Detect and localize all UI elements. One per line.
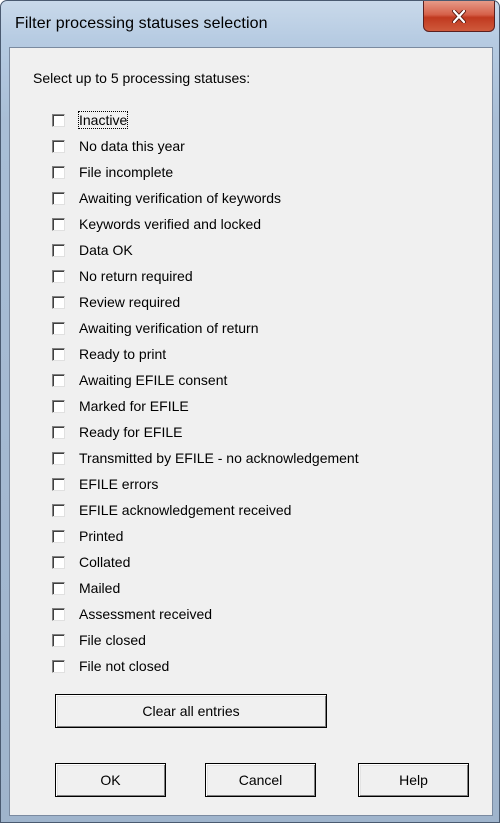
status-label: Review required bbox=[79, 294, 181, 310]
checkbox[interactable] bbox=[52, 295, 65, 309]
checkbox[interactable] bbox=[52, 503, 65, 517]
status-option[interactable]: Marked for EFILE bbox=[52, 393, 359, 419]
checkbox[interactable] bbox=[52, 113, 65, 127]
checkbox[interactable] bbox=[52, 399, 65, 413]
status-label: Collated bbox=[79, 554, 131, 570]
checkbox[interactable] bbox=[52, 555, 65, 569]
status-option[interactable]: Mailed bbox=[52, 575, 359, 601]
clear-all-button[interactable]: Clear all entries bbox=[55, 694, 327, 728]
status-label: Ready to print bbox=[79, 346, 167, 362]
status-option[interactable]: File closed bbox=[52, 627, 359, 653]
status-option[interactable]: EFILE errors bbox=[52, 471, 359, 497]
checkbox[interactable] bbox=[52, 633, 65, 647]
status-option[interactable]: Printed bbox=[52, 523, 359, 549]
help-button[interactable]: Help bbox=[358, 763, 469, 797]
checkbox[interactable] bbox=[52, 321, 65, 335]
checkbox[interactable] bbox=[52, 269, 65, 283]
checkbox[interactable] bbox=[52, 165, 65, 179]
status-label: Transmitted by EFILE - no acknowledgemen… bbox=[79, 450, 359, 466]
cancel-button[interactable]: Cancel bbox=[205, 763, 316, 797]
status-option[interactable]: Data OK bbox=[52, 237, 359, 263]
status-option[interactable]: File incomplete bbox=[52, 159, 359, 185]
checkbox[interactable] bbox=[52, 581, 65, 595]
checkbox[interactable] bbox=[52, 607, 65, 621]
status-option[interactable]: Ready for EFILE bbox=[52, 419, 359, 445]
status-option[interactable]: Collated bbox=[52, 549, 359, 575]
status-label: No return required bbox=[79, 268, 193, 284]
status-option[interactable]: Keywords verified and locked bbox=[52, 211, 359, 237]
checkbox[interactable] bbox=[52, 477, 65, 491]
title-bar[interactable]: Filter processing statuses selection bbox=[1, 1, 499, 45]
status-label: EFILE acknowledgement received bbox=[79, 502, 292, 518]
checkbox[interactable] bbox=[52, 217, 65, 231]
status-label: EFILE errors bbox=[79, 476, 159, 492]
checkbox[interactable] bbox=[52, 191, 65, 205]
status-label: Ready for EFILE bbox=[79, 424, 183, 440]
status-label: Assessment received bbox=[79, 606, 213, 622]
dialog-window: Filter processing statuses selection Sel… bbox=[0, 0, 500, 823]
status-label: File not closed bbox=[79, 658, 170, 674]
status-option[interactable]: Awaiting EFILE consent bbox=[52, 367, 359, 393]
status-label: Awaiting EFILE consent bbox=[79, 372, 228, 388]
checkbox[interactable] bbox=[52, 659, 65, 673]
status-option[interactable]: EFILE acknowledgement received bbox=[52, 497, 359, 523]
status-label: Awaiting verification of keywords bbox=[79, 190, 282, 206]
status-option[interactable]: Ready to print bbox=[52, 341, 359, 367]
close-button[interactable] bbox=[423, 1, 495, 32]
status-option[interactable]: Awaiting verification of keywords bbox=[52, 185, 359, 211]
checkbox[interactable] bbox=[52, 529, 65, 543]
status-label: Keywords verified and locked bbox=[79, 216, 262, 232]
checkbox[interactable] bbox=[52, 139, 65, 153]
status-option[interactable]: Assessment received bbox=[52, 601, 359, 627]
status-label: No data this year bbox=[79, 138, 185, 154]
checkbox[interactable] bbox=[52, 347, 65, 361]
status-label: Printed bbox=[79, 528, 124, 544]
status-label: Inactive bbox=[77, 111, 129, 129]
close-icon bbox=[452, 9, 466, 23]
status-option[interactable]: File not closed bbox=[52, 653, 359, 679]
status-label: Mailed bbox=[79, 580, 121, 596]
dialog-content: Select up to 5 processing statuses: Inac… bbox=[9, 47, 493, 816]
status-option[interactable]: No return required bbox=[52, 263, 359, 289]
status-option[interactable]: Review required bbox=[52, 289, 359, 315]
checkbox[interactable] bbox=[52, 373, 65, 387]
status-option[interactable]: Transmitted by EFILE - no acknowledgemen… bbox=[52, 445, 359, 471]
checkbox[interactable] bbox=[52, 243, 65, 257]
status-option[interactable]: No data this year bbox=[52, 133, 359, 159]
status-label: Awaiting verification of return bbox=[79, 320, 259, 336]
status-checkbox-list: Inactive No data this year File incomple… bbox=[52, 107, 359, 679]
status-label: File closed bbox=[79, 632, 146, 648]
window-title: Filter processing statuses selection bbox=[15, 15, 268, 32]
selection-prompt: Select up to 5 processing statuses: bbox=[33, 70, 251, 86]
status-option[interactable]: Inactive bbox=[52, 107, 359, 133]
status-label: File incomplete bbox=[79, 164, 174, 180]
status-option[interactable]: Awaiting verification of return bbox=[52, 315, 359, 341]
status-label: Data OK bbox=[79, 242, 133, 258]
checkbox[interactable] bbox=[52, 425, 65, 439]
ok-button[interactable]: OK bbox=[55, 763, 166, 797]
status-label: Marked for EFILE bbox=[79, 398, 189, 414]
checkbox[interactable] bbox=[52, 451, 65, 465]
